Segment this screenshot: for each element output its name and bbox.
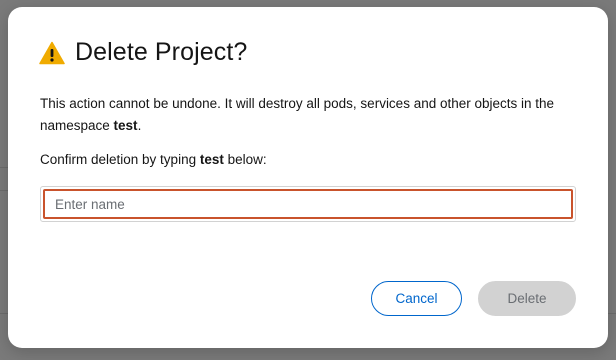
confirm-prefix: Confirm deletion by typing xyxy=(40,152,200,167)
namespace-name: test xyxy=(113,118,138,133)
cancel-button[interactable]: Cancel xyxy=(371,281,462,316)
dialog-title: Delete Project? xyxy=(75,38,248,66)
confirm-name-input[interactable] xyxy=(43,189,573,219)
delete-button[interactable]: Delete xyxy=(478,281,576,316)
dialog-message: This action cannot be undone. It will de… xyxy=(40,93,580,137)
warning-triangle-icon xyxy=(39,41,65,65)
delete-project-dialog: Delete Project? This action cannot be un… xyxy=(8,7,608,348)
confirm-suffix: below: xyxy=(223,152,267,167)
modal-backdrop: Delete Project? This action cannot be un… xyxy=(0,0,616,360)
dialog-header: Delete Project? xyxy=(39,38,247,67)
confirm-name: test xyxy=(199,152,224,167)
confirm-instruction: Confirm deletion by typing test below: xyxy=(40,149,267,171)
message-suffix: . xyxy=(137,118,142,133)
name-input-container xyxy=(40,186,576,222)
